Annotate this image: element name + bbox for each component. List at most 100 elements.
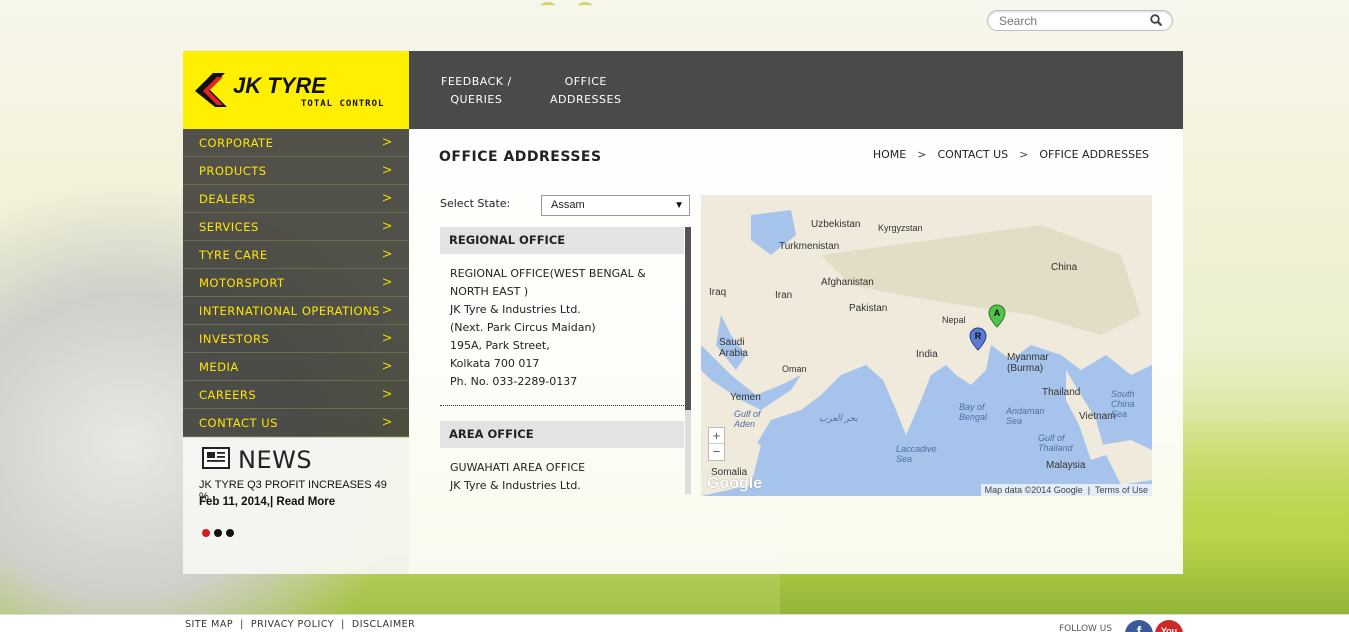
office-address: REGIONAL OFFICE(WEST BENGAL & NORTH EAST… [440,254,691,405]
brand-name: JK TYRE [233,73,327,98]
sidebar-item-label: TYRE CARE [199,248,268,262]
map-data-text: Map data ©2014 Google [984,485,1083,495]
scrollbar-thumb[interactable] [685,227,691,410]
chevron-right-icon: > [381,359,393,374]
background-bird [541,2,555,10]
youtube-icon[interactable]: You [1155,620,1183,632]
sidebar-item-label: DEALERS [199,192,256,206]
search-icon[interactable] [1150,14,1162,26]
chevron-right-icon: > [381,219,393,234]
map-label: Afghanistan [821,277,874,288]
map-sea-label: Laccadive Sea [896,444,937,464]
sidebar-item-label: SERVICES [199,220,259,234]
sidebar-item-products[interactable]: PRODUCTS > [183,157,409,185]
map-label: Pakistan [849,303,888,314]
google-map[interactable]: Uzbekistan Kyrgyzstan Turkmenistan China… [701,195,1152,496]
footer-link-privacy-policy[interactable]: PRIVACY POLICY [251,619,334,630]
nav-feedback-queries[interactable]: FEEDBACK / QUERIES [441,73,512,109]
carousel-dot[interactable] [202,529,210,537]
map-label: Malaysia [1046,460,1086,471]
zoom-out-button[interactable]: − [709,444,724,460]
footer-link-disclaimer[interactable]: DISCLAIMER [352,619,415,630]
map-label: Nepal [942,315,966,325]
office-address: GUWAHATI AREA OFFICE JK Tyre & Industrie… [440,448,691,494]
newspaper-icon [202,447,230,469]
chevron-right-icon: > [381,387,393,402]
map-label: Iraq [709,287,727,298]
map-marker-r[interactable]: R [969,327,987,351]
brand-logo[interactable]: JK TYRE TOTAL CONTROL [183,51,409,129]
top-navigation: FEEDBACK / QUERIES OFFICE ADDRESSES [409,51,1183,129]
divider [440,405,684,406]
read-more-link[interactable]: Read More [276,496,335,508]
zoom-in-button[interactable]: + [709,428,724,444]
carousel-dot[interactable] [226,529,234,537]
address-line: JK Tyre & Industries Ltd. [450,479,581,492]
breadcrumb-separator: > [1019,148,1029,161]
map-sea-label: Gulf of Aden [734,409,761,429]
state-select-value: Assam [551,199,585,211]
map-label: Yemen [730,392,761,403]
map-label: Kyrgyzstan [878,223,923,233]
breadcrumb-home[interactable]: HOME [873,148,906,161]
map-label: Saudi Arabia [719,337,748,359]
map-label: Iran [775,290,793,301]
sidebar-item-media[interactable]: MEDIA > [183,353,409,381]
marker-label: A [994,308,1001,318]
chevron-right-icon: > [381,191,393,206]
youtube-glyph: You [1160,626,1178,632]
news-meta: Feb 11, 2014,| Read More [199,496,335,508]
sidebar-item-label: CORPORATE [199,136,274,150]
address-line: REGIONAL OFFICE(WEST BENGAL & [450,267,646,280]
carousel-dot[interactable] [214,529,222,537]
footer: SITE MAP | PRIVACY POLICY | DISCLAIMER F… [0,614,1349,632]
address-line: 195A, Park Street, [450,339,550,352]
facebook-icon[interactable]: f [1125,620,1153,632]
breadcrumb-contact-us[interactable]: CONTACT US [937,148,1008,161]
state-label: Select State: [440,197,511,210]
sidebar-item-label: CONTACT US [199,416,278,430]
news-widget: NEWS JK TYRE Q3 PROFIT INCREASES 49 % Fe… [183,438,409,574]
sidebar-item-investors[interactable]: INVESTORS > [183,325,409,353]
sidebar-item-label: INTERNATIONAL OPERATIONS [199,304,380,318]
background-bird [578,2,592,10]
marker-label: R [975,331,982,341]
google-logo[interactable]: Google [707,475,762,493]
chevron-right-icon: > [381,303,393,318]
nav-label: ADDRESSES [550,93,622,106]
footer-link-site-map[interactable]: SITE MAP [185,619,233,630]
nav-office-addresses[interactable]: OFFICE ADDRESSES [550,73,621,109]
sidebar-item-tyre-care[interactable]: TYRE CARE > [183,241,409,269]
sidebar-item-corporate[interactable]: CORPORATE > [183,129,409,157]
search-input[interactable] [999,11,1149,30]
sidebar-item-contact-us[interactable]: CONTACT US > [183,409,409,437]
search-box[interactable] [987,10,1173,31]
map-label: Oman [782,364,807,374]
office-list[interactable]: REGIONAL OFFICE REGIONAL OFFICE(WEST BEN… [440,227,691,494]
office-list-scrollbar[interactable] [685,227,691,494]
news-date: Feb 11, 2014,| [199,496,274,508]
sidebar-item-motorsport[interactable]: MOTORSPORT > [183,269,409,297]
sidebar-item-label: MEDIA [199,360,239,374]
chevron-right-icon: > [381,135,393,150]
jk-tyre-logo: JK TYRE TOTAL CONTROL [195,73,383,109]
sidebar-item-international-operations[interactable]: INTERNATIONAL OPERATIONS > [183,297,409,325]
address-line: Ph. No. 033-2289-0137 [450,375,578,388]
breadcrumb-separator: > [917,148,927,161]
sidebar-item-services[interactable]: SERVICES > [183,213,409,241]
sidebar-item-dealers[interactable]: DEALERS > [183,185,409,213]
state-select[interactable]: Assam ▼ [541,195,690,216]
sidebar-item-careers[interactable]: CAREERS > [183,381,409,409]
sidebar-item-label: MOTORSPORT [199,276,285,290]
map-label: China [1051,262,1078,273]
map-label: Turkmenistan [779,241,840,252]
chevron-right-icon: > [381,163,393,178]
map-label: India [916,349,938,360]
page-title: OFFICE ADDRESSES [439,149,602,165]
news-carousel-dots [202,524,238,542]
nav-label: FEEDBACK / [441,75,512,88]
chevron-right-icon: > [381,247,393,262]
map-marker-a[interactable]: A [988,304,1006,328]
terms-of-use-link[interactable]: Terms of Use [1095,485,1148,495]
breadcrumb: HOME > CONTACT US > OFFICE ADDRESSES [871,148,1151,161]
